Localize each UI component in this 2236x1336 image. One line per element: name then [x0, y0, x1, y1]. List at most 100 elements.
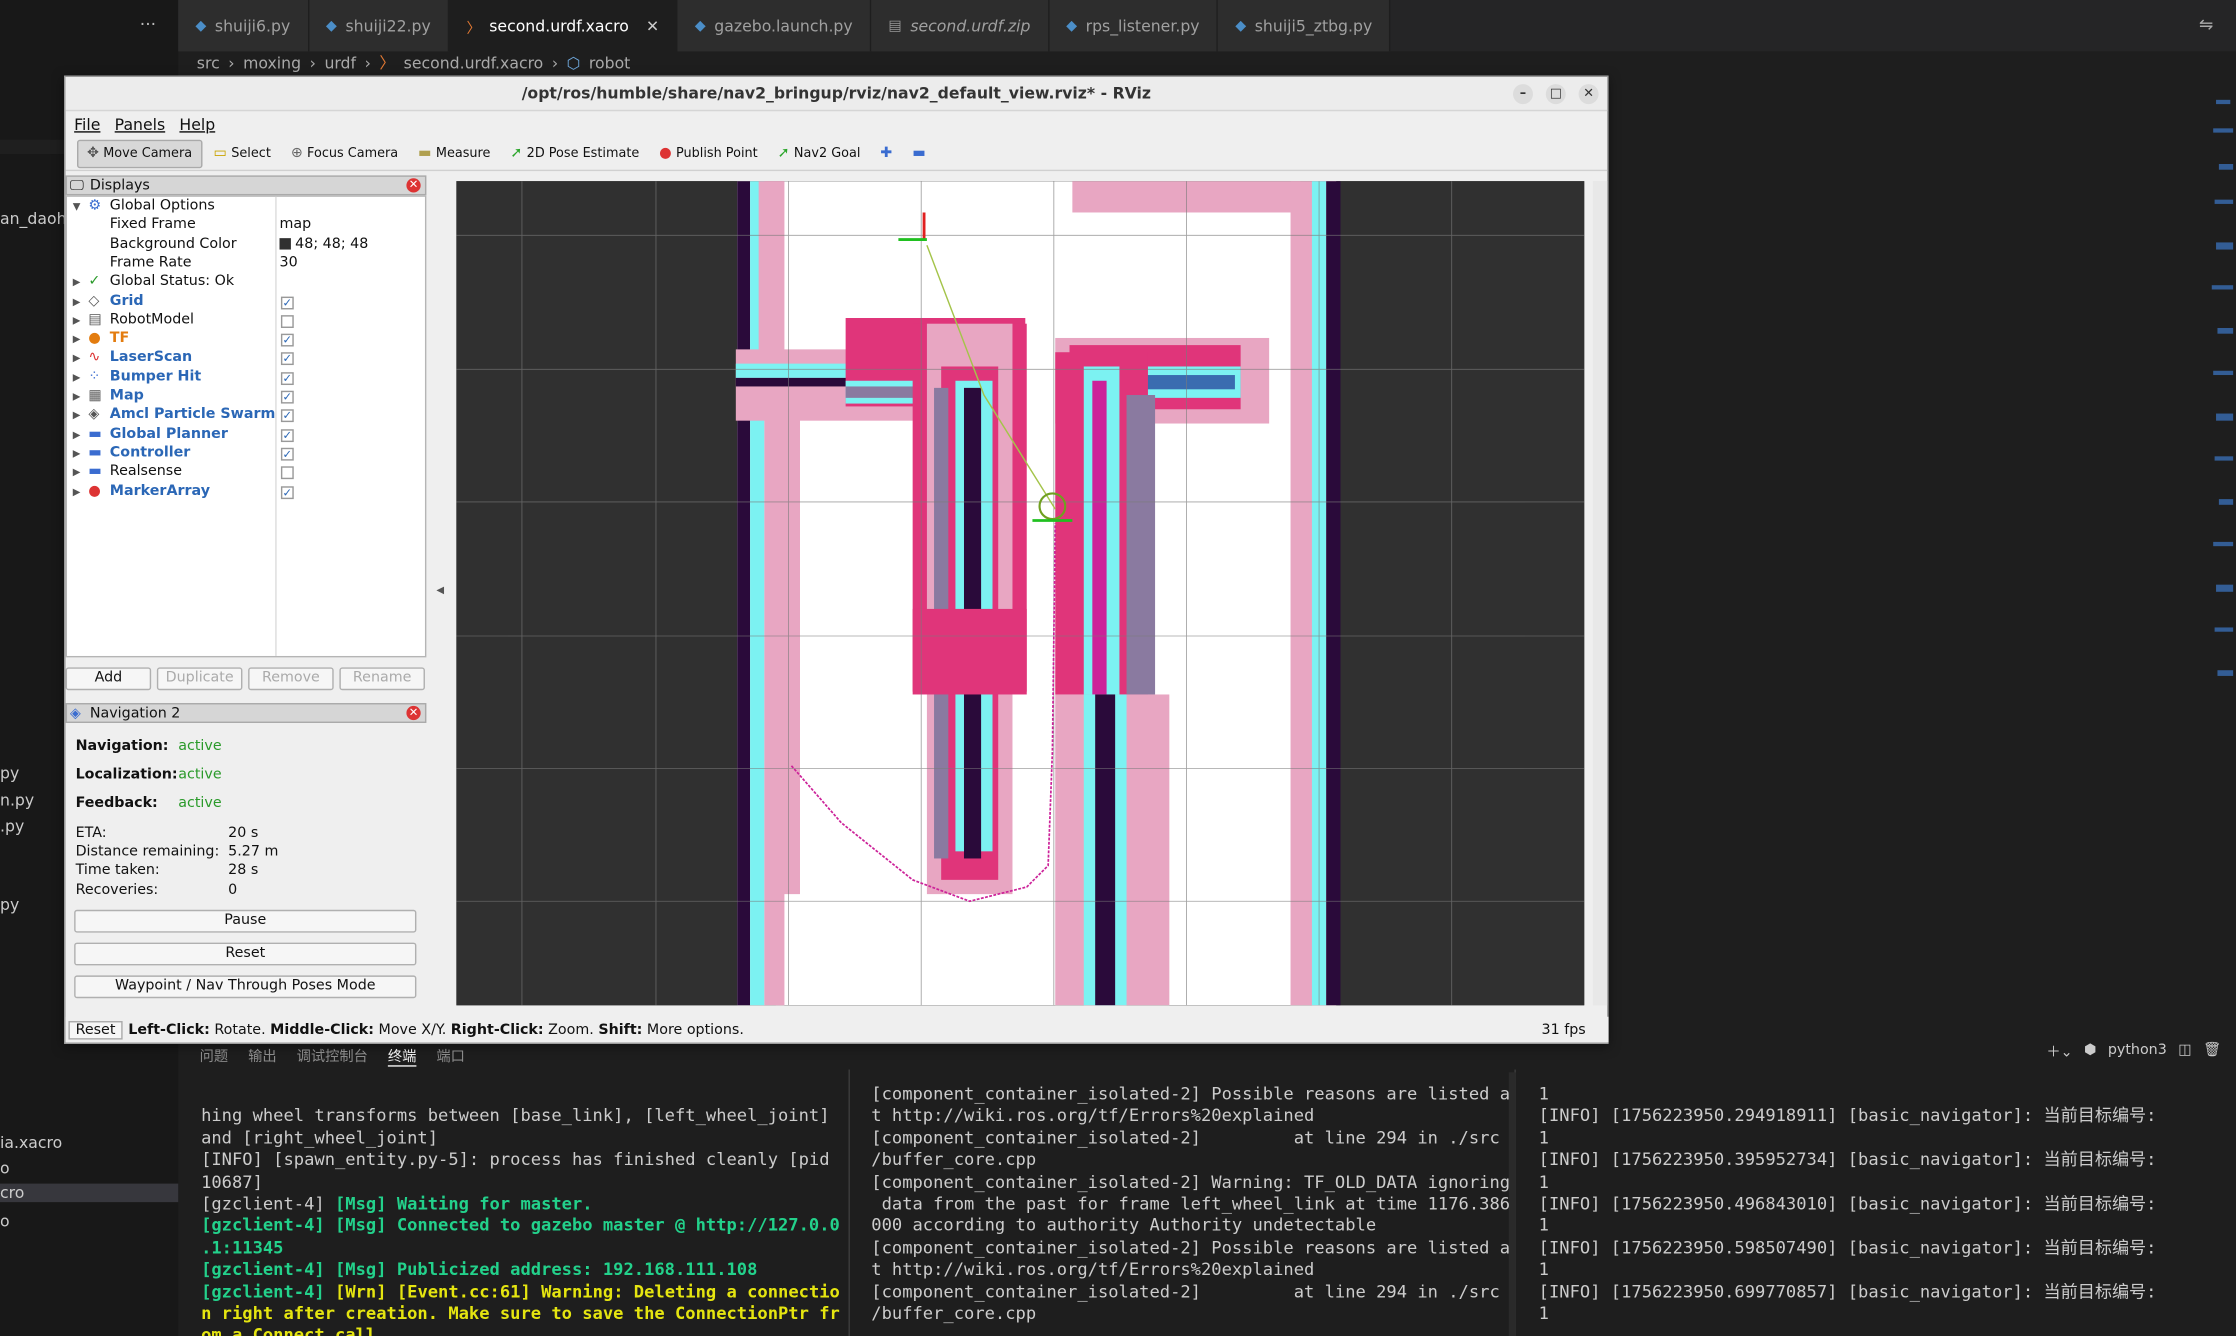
waypoint-mode-button[interactable]: Waypoint / Nav Through Poses Mode: [74, 975, 417, 999]
tab-second-urdf-zip[interactable]: ▤ second.urdf.zip: [871, 0, 1049, 52]
breadcrumb-item[interactable]: src: [197, 53, 220, 72]
close-button[interactable]: ✕: [1578, 84, 1599, 105]
explorer-item[interactable]: n.py: [0, 791, 34, 810]
tab-rps-listener[interactable]: ◆ rps_listener.py: [1048, 0, 1219, 52]
enable-checkbox[interactable]: ✓: [280, 485, 294, 499]
move-camera-tool[interactable]: ✥ Move Camera: [77, 139, 203, 168]
breadcrumb-item[interactable]: urdf: [324, 53, 356, 72]
rename-display-button[interactable]: Rename: [339, 667, 425, 691]
tab-shuiji6[interactable]: ◆ shuiji6.py: [178, 0, 309, 52]
menu-help[interactable]: Help: [179, 115, 215, 134]
explorer-item[interactable]: o: [0, 1212, 10, 1231]
display-row[interactable]: Background Color 48; 48; 48: [67, 236, 425, 255]
split-terminal-icon[interactable]: ◫: [2178, 1042, 2191, 1058]
tab-shuiji22[interactable]: ◆ shuiji22.py: [308, 0, 450, 52]
enable-checkbox[interactable]: [280, 314, 294, 328]
expand-right-icon[interactable]: ▶: [73, 429, 81, 440]
display-row[interactable]: Frame Rate 30: [67, 255, 425, 274]
breadcrumb-item[interactable]: robot: [589, 53, 630, 72]
maximize-button[interactable]: □: [1545, 84, 1566, 105]
menu-panels[interactable]: Panels: [115, 115, 165, 134]
enable-checkbox[interactable]: ✓: [280, 333, 294, 347]
expand-right-icon[interactable]: ▶: [73, 486, 81, 497]
minimize-button[interactable]: –: [1513, 84, 1533, 105]
display-row[interactable]: ▶ ▤ RobotModel: [67, 312, 425, 331]
rviz-3d-viewport[interactable]: [456, 181, 1585, 1006]
enable-checkbox[interactable]: ✓: [280, 295, 294, 309]
select-tool[interactable]: ▭ Select: [205, 139, 279, 168]
expand-right-icon[interactable]: ▶: [73, 334, 81, 345]
explorer-item-selected[interactable]: cro: [0, 1183, 179, 1203]
terminal-pane-3[interactable]: 1 [INFO] [1756223950.294918911] [basic_na…: [1539, 1084, 2157, 1326]
display-row[interactable]: ▶ ⁘ Bumper Hit ✓: [67, 369, 425, 388]
close-icon[interactable]: ✕: [406, 705, 421, 721]
display-row[interactable]: ▶ ∿ LaserScan ✓: [67, 350, 425, 369]
collapse-left-icon[interactable]: ◀: [436, 585, 444, 596]
tab-second-urdf-xacro[interactable]: 〉 second.urdf.xacro ✕: [449, 0, 678, 52]
expand-right-icon[interactable]: ▶: [73, 315, 81, 326]
editor-minimap[interactable]: [2207, 86, 2236, 713]
pose-estimate-tool[interactable]: ➚ 2D Pose Estimate: [502, 139, 648, 168]
display-row[interactable]: Fixed Frame map: [67, 217, 425, 236]
add-tool-button[interactable]: ✚: [872, 139, 901, 168]
more-actions-icon[interactable]: ···: [140, 14, 156, 34]
expand-right-icon[interactable]: ▶: [73, 353, 81, 364]
display-row[interactable]: ▶ ▬ Realsense: [67, 464, 425, 483]
tab-gazebo-launch[interactable]: ◆ gazebo.launch.py: [677, 0, 872, 52]
expand-right-icon[interactable]: ▶: [73, 296, 81, 307]
tab-output[interactable]: 输出: [248, 1044, 277, 1067]
breadcrumb-item[interactable]: second.urdf.xacro: [404, 53, 544, 72]
display-row[interactable]: ▶ ● TF ✓: [67, 331, 425, 350]
explorer-item[interactable]: o: [0, 1159, 10, 1178]
tab-shuiji5-ztbg[interactable]: ◆ shuiji5_ztbg.py: [1218, 0, 1391, 52]
expand-right-icon[interactable]: ▶: [73, 448, 81, 459]
display-row[interactable]: ▶ ◈ Amcl Particle Swarm ✓: [67, 407, 425, 426]
expand-down-icon[interactable]: ▼: [73, 201, 81, 212]
measure-tool[interactable]: ▬ Measure: [410, 139, 499, 168]
display-row[interactable]: ▶ ◇ Grid ✓: [67, 293, 425, 312]
close-icon[interactable]: ✕: [406, 178, 421, 193]
display-value[interactable]: 48; 48; 48: [279, 236, 368, 252]
split-editor-icon[interactable]: ⇋: [2199, 14, 2213, 34]
duplicate-display-button[interactable]: Duplicate: [156, 667, 243, 691]
display-value[interactable]: map: [279, 217, 311, 233]
explorer-item[interactable]: an_daoh: [0, 210, 67, 229]
plus-icon[interactable]: ＋⌄: [2046, 1040, 2072, 1061]
enable-checkbox[interactable]: ✓: [280, 447, 294, 461]
publish-point-tool[interactable]: ● Publish Point: [651, 139, 767, 168]
enable-checkbox[interactable]: ✓: [280, 352, 294, 366]
expand-right-icon[interactable]: ▶: [73, 372, 81, 383]
explorer-item[interactable]: py: [0, 764, 19, 783]
enable-checkbox[interactable]: ✓: [280, 428, 294, 442]
trash-icon[interactable]: 🗑: [2203, 1042, 2221, 1058]
nav2-goal-tool[interactable]: ➚ Nav2 Goal: [769, 139, 869, 168]
display-row[interactable]: ▶ ▦ Map ✓: [67, 388, 425, 407]
display-value[interactable]: 30: [279, 255, 297, 271]
display-row[interactable]: ▶ ▬ Global Planner ✓: [67, 426, 425, 445]
breadcrumb-item[interactable]: moxing: [243, 53, 301, 72]
explorer-item[interactable]: py: [0, 896, 19, 915]
tab-debug-console[interactable]: 调试控制台: [297, 1044, 368, 1067]
pause-button[interactable]: Pause: [74, 909, 417, 933]
terminal-pane-2[interactable]: [component_container_isolated-2] Possibl…: [871, 1084, 1510, 1326]
enable-checkbox[interactable]: [280, 466, 294, 480]
enable-checkbox[interactable]: ✓: [280, 371, 294, 385]
explorer-item[interactable]: ia.xacro: [0, 1134, 62, 1153]
focus-camera-tool[interactable]: ⊕ Focus Camera: [282, 139, 406, 168]
reset-nav-button[interactable]: Reset: [74, 942, 417, 966]
display-row[interactable]: ▶ ● MarkerArray ✓: [67, 483, 425, 502]
display-row[interactable]: ▼ ⚙ Global Options: [67, 198, 425, 217]
reset-view-button[interactable]: Reset: [68, 1020, 123, 1039]
enable-checkbox[interactable]: ✓: [280, 390, 294, 404]
terminal-pane-1[interactable]: hing wheel transforms between [base_link…: [201, 1084, 840, 1336]
add-display-button[interactable]: Add: [65, 667, 152, 691]
explorer-item[interactable]: .py: [0, 817, 24, 836]
enable-checkbox[interactable]: ✓: [280, 409, 294, 423]
menu-file[interactable]: File: [74, 115, 100, 134]
close-icon[interactable]: ✕: [646, 16, 659, 35]
tab-terminal[interactable]: 终端: [387, 1044, 417, 1067]
expand-right-icon[interactable]: ▶: [73, 277, 81, 288]
tab-ports[interactable]: 端口: [436, 1044, 465, 1067]
display-row[interactable]: ▶ ✓ Global Status: Ok: [67, 274, 425, 293]
expand-right-icon[interactable]: ▶: [73, 410, 81, 421]
